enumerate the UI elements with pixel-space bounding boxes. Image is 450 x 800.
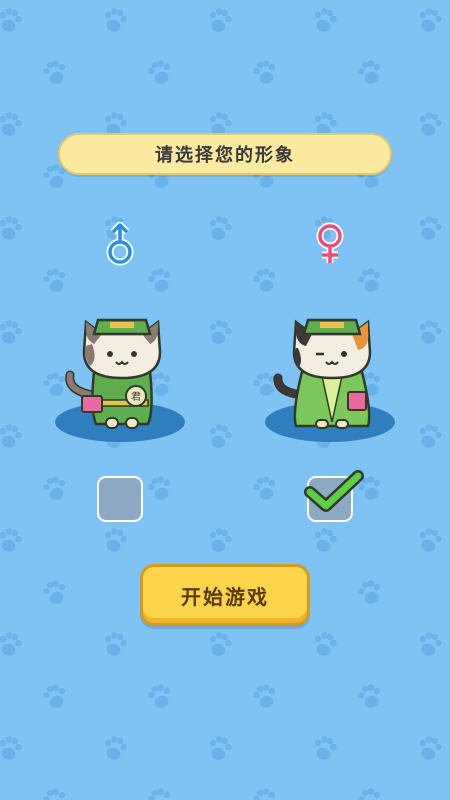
female-cat-character[interactable]: [262, 300, 402, 440]
title-banner: 请选择您的形象: [58, 133, 392, 175]
start-game-button[interactable]: 开始游戏: [140, 564, 310, 626]
title-text: 请选择您的形象: [155, 145, 295, 166]
male-cat-character[interactable]: 君: [52, 300, 192, 440]
male-select-checkbox[interactable]: [97, 476, 143, 522]
male-symbol-icon: [106, 222, 134, 266]
checkmark-icon: [304, 470, 364, 512]
female-symbol-icon: [316, 222, 344, 263]
svg-text:君: 君: [131, 391, 141, 403]
start-game-label: 开始游戏: [181, 584, 269, 609]
